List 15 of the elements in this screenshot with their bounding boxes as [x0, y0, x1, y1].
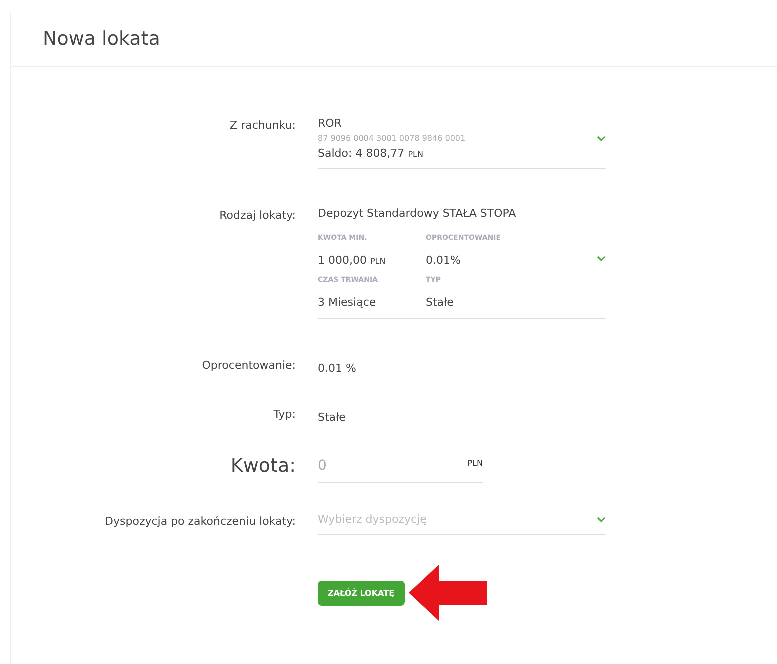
page-title: Nowa lokata — [43, 28, 160, 50]
field-value: Stałe — [318, 411, 346, 424]
field-label: Rodzaj lokaty: — [220, 208, 296, 224]
chevron-down-icon[interactable] — [597, 136, 606, 142]
currency-label: PLN — [468, 459, 483, 468]
field-label: Z rachunku: — [230, 118, 296, 134]
field-label: Kwota: — [230, 455, 296, 479]
field-label: Dyspozycja po zakończeniu lokaty: — [105, 514, 296, 530]
chevron-down-icon[interactable] — [597, 256, 606, 262]
account-select[interactable]: ROR 87 9096 0004 3001 0078 9846 0001 Saldo: 4 808,77 PLN — [318, 117, 606, 169]
field-label: Typ: — [274, 407, 296, 423]
chevron-down-icon[interactable] — [597, 516, 606, 522]
field-value: 0.01 % — [318, 362, 356, 375]
field-label: Oprocentowanie: — [202, 358, 296, 374]
arrow-icon — [408, 565, 489, 621]
